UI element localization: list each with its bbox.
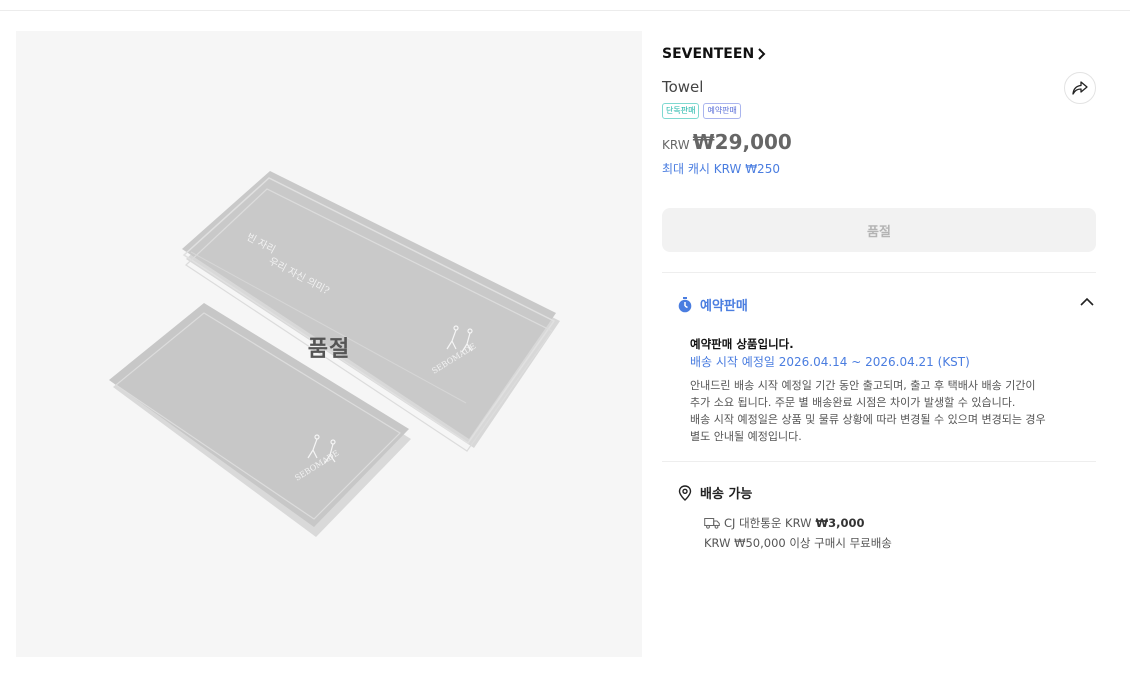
product-image[interactable]: 빈 자리 우리 자신 의미? SEBOMADE SEBOMADE 품절 bbox=[16, 31, 642, 657]
preorder-notice: 예약판매 상품입니다. bbox=[690, 337, 794, 351]
carrier-name: CJ 대한통운 KRW bbox=[724, 516, 812, 530]
price-currency: KRW bbox=[662, 138, 690, 152]
share-icon bbox=[1072, 81, 1088, 95]
carrier-row: CJ 대한통운 KRW ₩3,000 bbox=[704, 515, 865, 531]
preorder-description-line: 별도 안내될 예정입니다. bbox=[690, 430, 802, 443]
location-pin-icon bbox=[678, 484, 692, 501]
cash-back: 최대 캐시 KRW ₩250 bbox=[662, 162, 780, 176]
shipping-dates: 배송 시작 예정일 2026.04.14 ~ 2026.04.21 (KST) bbox=[690, 355, 970, 369]
chevron-up-icon[interactable] bbox=[1080, 297, 1094, 307]
product-badges: 단독판매 예약판매 bbox=[662, 103, 741, 119]
chevron-right-icon bbox=[758, 48, 766, 60]
free-shipping-info: KRW ₩50,000 이상 구매시 무료배송 bbox=[704, 536, 892, 550]
soldout-button[interactable]: 품절 bbox=[662, 208, 1096, 252]
soldout-overlay: 품절 bbox=[307, 337, 351, 362]
timer-icon bbox=[678, 296, 692, 312]
artist-link[interactable]: SEVENTEEN bbox=[662, 46, 766, 62]
preorder-description-line: 추가 소요 됩니다. 주문 별 배송완료 시점은 차이가 발생할 수 있습니다. bbox=[690, 396, 1016, 409]
preorder-title: 예약판매 bbox=[700, 299, 748, 314]
badge-preorder: 예약판매 bbox=[703, 103, 741, 119]
artist-name: SEVENTEEN bbox=[662, 46, 755, 62]
delivery-header: 배송 가능 bbox=[678, 483, 752, 502]
price-value: ₩29,000 bbox=[692, 130, 792, 154]
badge-exclusive: 단독판매 bbox=[662, 103, 700, 119]
preorder-header[interactable]: 예약판매 bbox=[678, 295, 748, 314]
product-name: Towel bbox=[662, 78, 704, 96]
shipping-fee: ₩3,000 bbox=[815, 516, 865, 530]
price-row: KRW ₩29,000 bbox=[662, 130, 792, 154]
header-divider bbox=[0, 10, 1130, 11]
preorder-description-line: 안내드린 배송 시작 예정일 기간 동안 출고되며, 출고 후 택배사 배송 기… bbox=[690, 379, 1036, 392]
truck-icon bbox=[704, 518, 720, 529]
share-button[interactable] bbox=[1064, 72, 1096, 104]
preorder-description: 안내드린 배송 시작 예정일 기간 동안 출고되며, 출고 후 택배사 배송 기… bbox=[690, 377, 1090, 445]
section-divider bbox=[662, 272, 1096, 273]
preorder-description-line: 배송 시작 예정일은 상품 및 물류 상황에 따라 변경될 수 있으며 변경되는… bbox=[690, 413, 1046, 426]
delivery-title: 배송 가능 bbox=[700, 487, 753, 502]
section-divider bbox=[662, 461, 1096, 462]
